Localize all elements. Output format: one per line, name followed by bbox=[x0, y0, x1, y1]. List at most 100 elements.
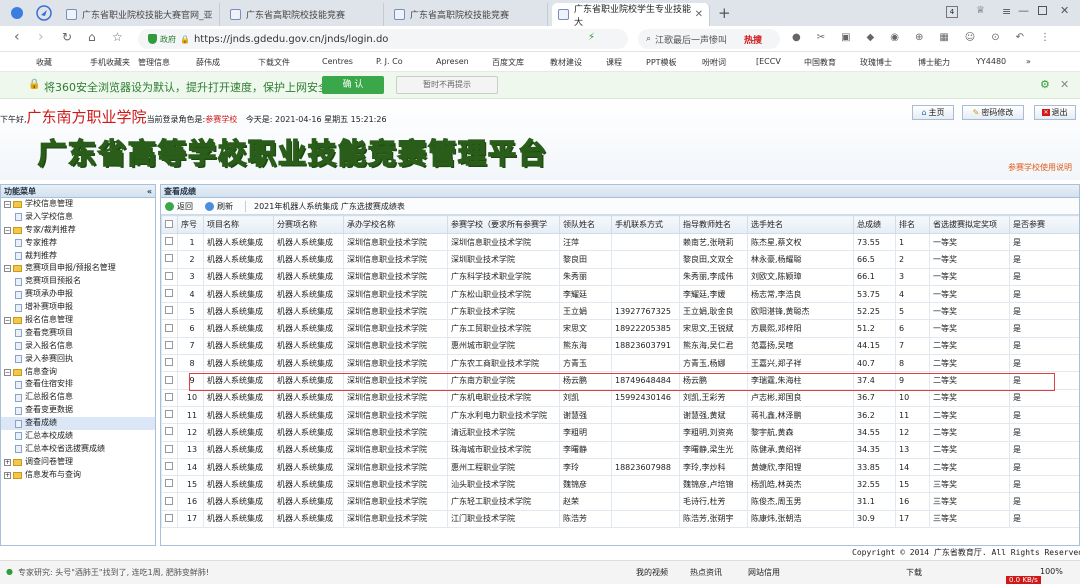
collapse-sidebar-icon[interactable]: « bbox=[147, 185, 152, 198]
sidebar-item[interactable]: 查看住宿安排 bbox=[1, 378, 155, 391]
sidebar-item[interactable]: 查看竞赛项目 bbox=[1, 327, 155, 340]
news-ticker[interactable]: 专家研究: 头号"酒肺王"找到了, 连吃1周, 肥肺变鲜肺! bbox=[18, 567, 209, 578]
settings-gear-icon[interactable]: ⚙ bbox=[1040, 78, 1050, 91]
row-checkbox[interactable] bbox=[161, 388, 178, 407]
back-button[interactable]: 返回 bbox=[165, 201, 193, 212]
bookmark-item[interactable]: 博士能力 bbox=[918, 57, 950, 68]
sidebar-item[interactable]: − 学校信息管理 bbox=[1, 198, 155, 211]
refresh-button[interactable]: 刷新 bbox=[205, 201, 233, 212]
row-checkbox[interactable] bbox=[161, 440, 178, 459]
minimize-icon[interactable]: — bbox=[1018, 4, 1029, 17]
column-header[interactable]: 排名 bbox=[895, 215, 930, 234]
sidebar-item[interactable]: 录入学校信息 bbox=[1, 211, 155, 224]
column-header[interactable]: 承办学校名称 bbox=[343, 215, 448, 234]
close-window-icon[interactable]: ✕ bbox=[1060, 4, 1069, 17]
sidebar-item[interactable]: 汇总本校省选拔赛成绩 bbox=[1, 443, 155, 456]
row-checkbox[interactable] bbox=[161, 509, 178, 529]
sidebar-item[interactable]: 专家推荐 bbox=[1, 237, 155, 250]
row-checkbox[interactable] bbox=[161, 336, 178, 356]
row-checkbox[interactable] bbox=[161, 284, 178, 304]
bookmark-item[interactable]: YY4480 bbox=[976, 57, 1006, 66]
close-notice-icon[interactable]: ✕ bbox=[1060, 78, 1069, 91]
my-video-link[interactable]: 我的视频 bbox=[636, 567, 668, 578]
row-checkbox[interactable] bbox=[161, 354, 178, 373]
table-row[interactable]: 1 机器人系统集成 机器人系统集成 深圳信息职业技术学院 深圳信息职业技术学院 汪萍 赖南艺… bbox=[161, 232, 1079, 252]
row-checkbox[interactable] bbox=[161, 405, 178, 425]
column-header[interactable]: 手机联系方式 bbox=[611, 215, 680, 234]
collapse-icon[interactable]: − bbox=[4, 226, 11, 234]
sidebar-item[interactable]: 录入报名信息 bbox=[1, 340, 155, 353]
forward-icon[interactable]: › bbox=[38, 29, 44, 45]
row-checkbox[interactable] bbox=[161, 457, 178, 477]
table-row[interactable]: 10 机器人系统集成 机器人系统集成 深圳信息职业技术学院 广东机电职业技术学院 刘凯 15… bbox=[161, 388, 1079, 407]
column-header[interactable]: 是否参赛 bbox=[1009, 215, 1079, 234]
bookmark-item[interactable]: 管理信息 bbox=[138, 57, 170, 68]
table-row[interactable]: 12 机器人系统集成 机器人系统集成 深圳信息职业技术学院 清远职业技术学院 李粗明 李粗明… bbox=[161, 423, 1079, 442]
bookmark-item[interactable]: 收藏 bbox=[36, 57, 52, 68]
bookmark-item[interactable]: 百度文库 bbox=[492, 57, 524, 68]
tab-4-active[interactable]: 广东省职业院校学生专业技能大 ✕ bbox=[552, 3, 710, 28]
tab-3[interactable]: 广东省高职院校技能竞赛 bbox=[388, 3, 548, 26]
bookmark-item[interactable]: Apresen bbox=[436, 57, 469, 66]
sidebar-item[interactable]: 竞赛项目预报名 bbox=[1, 275, 155, 288]
column-header[interactable]: 参赛学校（要求所有参赛学 bbox=[447, 215, 560, 234]
more-bookmarks-icon[interactable]: » bbox=[1026, 57, 1031, 66]
logout-button[interactable]: ✕ 退出 bbox=[1034, 105, 1076, 120]
row-checkbox[interactable] bbox=[161, 492, 178, 511]
row-checkbox[interactable] bbox=[161, 475, 178, 494]
back-icon[interactable]: ‹ bbox=[14, 29, 20, 45]
sidebar-item[interactable]: 裁判推荐 bbox=[1, 250, 155, 263]
collapse-icon[interactable]: − bbox=[4, 316, 11, 324]
bookmark-item[interactable]: 薛伟成 bbox=[196, 57, 220, 68]
column-header[interactable]: 项目名称 bbox=[203, 215, 274, 234]
sidebar-item[interactable]: 录入参赛回执 bbox=[1, 353, 155, 366]
table-row[interactable]: 13 机器人系统集成 机器人系统集成 深圳信息职业技术学院 珠海城市职业技术学院 李曙静李… bbox=[161, 440, 1079, 459]
tab-2[interactable]: 广东省高职院校技能竞赛 bbox=[224, 3, 384, 26]
toolbar-extension-icons[interactable]: ●✂▣◆◉⊕▦☺⊙↶⋮ bbox=[792, 32, 1066, 43]
bookmark-item[interactable]: Centres bbox=[322, 57, 353, 66]
sidebar-item[interactable]: 汇总本校成绩 bbox=[1, 430, 155, 443]
sidebar-item[interactable]: + 信息发布与查询 bbox=[1, 469, 155, 482]
sidebar-item[interactable]: 查看变更数据 bbox=[1, 404, 155, 417]
confirm-button[interactable]: 确 认 bbox=[322, 76, 384, 94]
site-credit-link[interactable]: 网站信用 bbox=[748, 567, 780, 578]
bookmark-item[interactable]: [ECCV bbox=[756, 57, 781, 66]
bookmark-item[interactable]: PPT模板 bbox=[646, 57, 677, 68]
sidebar-item[interactable]: 查看成绩 bbox=[1, 417, 155, 431]
bookmark-item[interactable]: 下载文件 bbox=[258, 57, 290, 68]
bookmark-item[interactable]: 课程 bbox=[606, 57, 622, 68]
collapse-icon[interactable]: − bbox=[4, 368, 11, 376]
star-icon[interactable]: ☆ bbox=[112, 30, 123, 44]
home-button[interactable]: ⌂ 主页 bbox=[912, 105, 954, 120]
sidebar-item[interactable]: 汇总报名信息 bbox=[1, 391, 155, 404]
hot-search-label[interactable]: 热搜 bbox=[744, 33, 762, 46]
bookmark-item[interactable]: 手机收藏夹 bbox=[90, 57, 130, 68]
table-row[interactable]: 3 机器人系统集成 机器人系统集成 深圳信息职业技术学院 广东科学技术职业学院 朱秀丽 朱秀… bbox=[161, 267, 1079, 286]
table-row[interactable]: 11 机器人系统集成 机器人系统集成 深圳信息职业技术学院 广东水利电力职业技术学院 谢慧… bbox=[161, 405, 1079, 425]
table-row[interactable]: 5 机器人系统集成 机器人系统集成 深圳信息职业技术学院 广东职业技术学院 王立娟 1392… bbox=[161, 302, 1079, 321]
row-checkbox[interactable] bbox=[161, 250, 178, 269]
flash-icon[interactable]: ⚡ bbox=[588, 32, 595, 43]
change-password-button[interactable]: ✎ 密码修改 bbox=[962, 105, 1024, 120]
table-row[interactable]: 4 机器人系统集成 机器人系统集成 深圳信息职业技术学院 广东松山职业技术学院 李耀廷 李耀… bbox=[161, 284, 1079, 304]
table-row[interactable]: 6 机器人系统集成 机器人系统集成 深圳信息职业技术学院 广东工贸职业技术学院 宋思文 18… bbox=[161, 319, 1079, 338]
column-header[interactable]: 指导教师姓名 bbox=[679, 215, 748, 234]
url-bar[interactable]: 政府 🔒 https://jnds.gdedu.gov.cn/jnds/logi… bbox=[138, 29, 628, 49]
column-header[interactable]: 序号 bbox=[177, 215, 204, 234]
restore-icon[interactable] bbox=[1038, 6, 1047, 15]
row-checkbox[interactable] bbox=[161, 302, 178, 321]
tab-1[interactable]: 广东省职业院校技能大赛官网_亚 bbox=[60, 3, 220, 26]
expand-icon[interactable]: + bbox=[4, 471, 11, 479]
sidebar-item[interactable]: − 竞赛项目申报/预报名管理 bbox=[1, 262, 155, 275]
table-row[interactable]: 17 机器人系统集成 机器人系统集成 深圳信息职业技术学院 江门职业技术学院 陈浩芳 陈浩芳… bbox=[161, 509, 1079, 529]
table-row[interactable]: 14 机器人系统集成 机器人系统集成 深圳信息职业技术学院 惠州工程职业学院 李玲 1882… bbox=[161, 457, 1079, 477]
row-checkbox[interactable] bbox=[161, 423, 178, 442]
help-link[interactable]: 参赛学校使用说明 bbox=[1008, 162, 1072, 173]
bookmark-item[interactable]: 中国教育 bbox=[804, 57, 836, 68]
row-checkbox[interactable] bbox=[161, 319, 178, 338]
sidebar-item[interactable]: 增补赛项申报 bbox=[1, 301, 155, 314]
sidebar-item[interactable]: − 报名信息管理 bbox=[1, 314, 155, 327]
refresh-icon[interactable]: ↻ bbox=[62, 30, 72, 44]
table-row[interactable]: 9 机器人系统集成 机器人系统集成 深圳信息职业技术学院 广东南方职业学院 杨云鹏 1874… bbox=[161, 371, 1079, 390]
menu-icon[interactable]: ≡ bbox=[1002, 5, 1011, 18]
